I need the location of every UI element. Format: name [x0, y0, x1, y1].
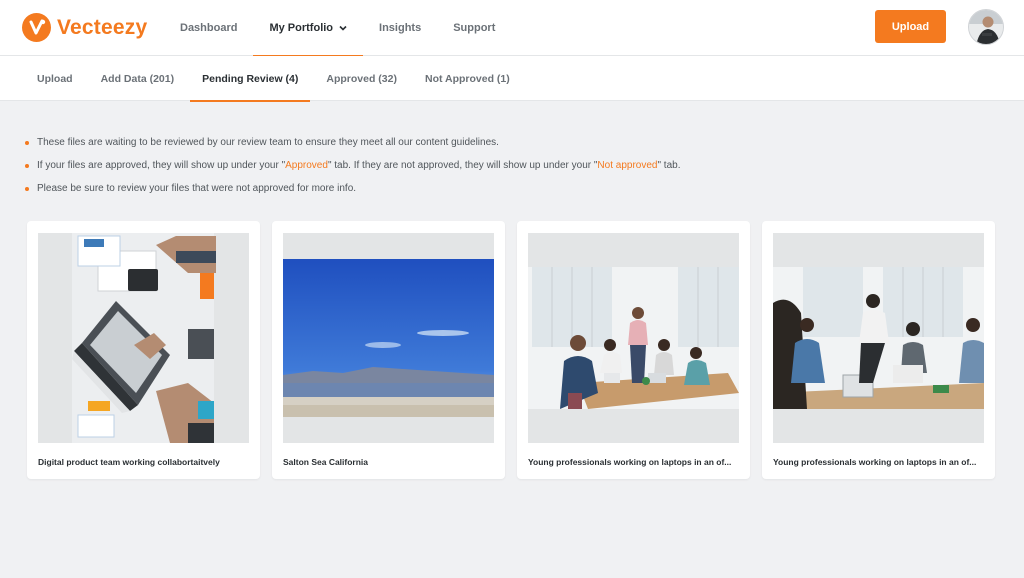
chevron-down-icon [339, 25, 347, 31]
pending-files-grid: Digital product team working collabortai… [27, 221, 995, 479]
pending-review-notes: These files are waiting to be reviewed b… [25, 131, 925, 200]
nav-dashboard-label: Dashboard [180, 22, 238, 34]
note-item: If your files are approved, they will sh… [25, 154, 925, 177]
file-title: Young professionals working on laptops i… [773, 457, 977, 467]
nav-insights[interactable]: Insights [363, 0, 437, 56]
approved-highlight: Approved [285, 160, 328, 171]
tab-pending-review[interactable]: Pending Review (4) [190, 56, 311, 102]
note-text: Please be sure to review your files that… [37, 183, 357, 194]
tab-not-approved[interactable]: Not Approved (1) [413, 56, 522, 101]
nav-dashboard[interactable]: Dashboard [164, 0, 253, 56]
top-navigation-bar: Vecteezy Dashboard My Portfolio Insights… [0, 0, 1024, 57]
bullet-icon [25, 186, 29, 191]
bullet-icon [25, 140, 29, 145]
nav-insights-label: Insights [379, 22, 422, 34]
tab-upload-label: Upload [37, 72, 73, 85]
main-nav: Dashboard My Portfolio Insights Support [164, 0, 511, 57]
note-text-part: If your files are approved, they will sh… [37, 160, 286, 171]
file-card[interactable]: Salton Sea California [272, 221, 505, 479]
file-title: Young professionals working on laptops i… [528, 457, 732, 467]
file-thumbnail[interactable] [283, 233, 494, 443]
upload-button[interactable]: Upload [875, 10, 946, 43]
brand-logo[interactable]: Vecteezy [22, 13, 147, 42]
tab-approved[interactable]: Approved (32) [314, 56, 409, 101]
note-text-part: " tab. If they are not approved, they wi… [327, 160, 598, 171]
brand-name: Vecteezy [57, 15, 148, 39]
file-thumbnail[interactable] [773, 233, 984, 443]
file-card[interactable]: Digital product team working collabortai… [27, 221, 260, 479]
vecteezy-logo-icon [22, 13, 51, 42]
tab-upload[interactable]: Upload [25, 56, 85, 101]
tab-pending-review-label: Pending Review (4) [202, 72, 299, 85]
nav-my-portfolio[interactable]: My Portfolio [253, 0, 363, 57]
user-avatar[interactable] [968, 9, 1004, 45]
tab-add-data[interactable]: Add Data (201) [89, 56, 187, 101]
tab-approved-label: Approved (32) [326, 72, 397, 85]
bullet-icon [25, 163, 29, 168]
note-item: These files are waiting to be reviewed b… [25, 131, 925, 154]
note-item: Please be sure to review your files that… [25, 177, 925, 200]
portfolio-tabs: Upload Add Data (201) Pending Review (4)… [0, 56, 1024, 102]
nav-my-portfolio-label: My Portfolio [269, 22, 334, 34]
file-thumbnail[interactable] [528, 233, 739, 443]
tab-not-approved-label: Not Approved (1) [424, 72, 510, 85]
note-text: These files are waiting to be reviewed b… [37, 137, 499, 148]
file-card[interactable]: Young professionals working on laptops i… [762, 221, 995, 479]
note-text: If your files are approved, they will sh… [37, 160, 680, 171]
file-title: Salton Sea California [283, 457, 369, 467]
note-text-part: " tab. [657, 160, 681, 171]
file-title: Digital product team working collabortai… [38, 457, 220, 467]
nav-support[interactable]: Support [437, 0, 511, 56]
file-card[interactable]: Young professionals working on laptops i… [517, 221, 750, 479]
nav-support-label: Support [453, 22, 496, 34]
tab-add-data-label: Add Data (201) [100, 72, 175, 85]
file-thumbnail[interactable] [38, 233, 249, 443]
not-approved-highlight: Not approved [597, 160, 658, 171]
